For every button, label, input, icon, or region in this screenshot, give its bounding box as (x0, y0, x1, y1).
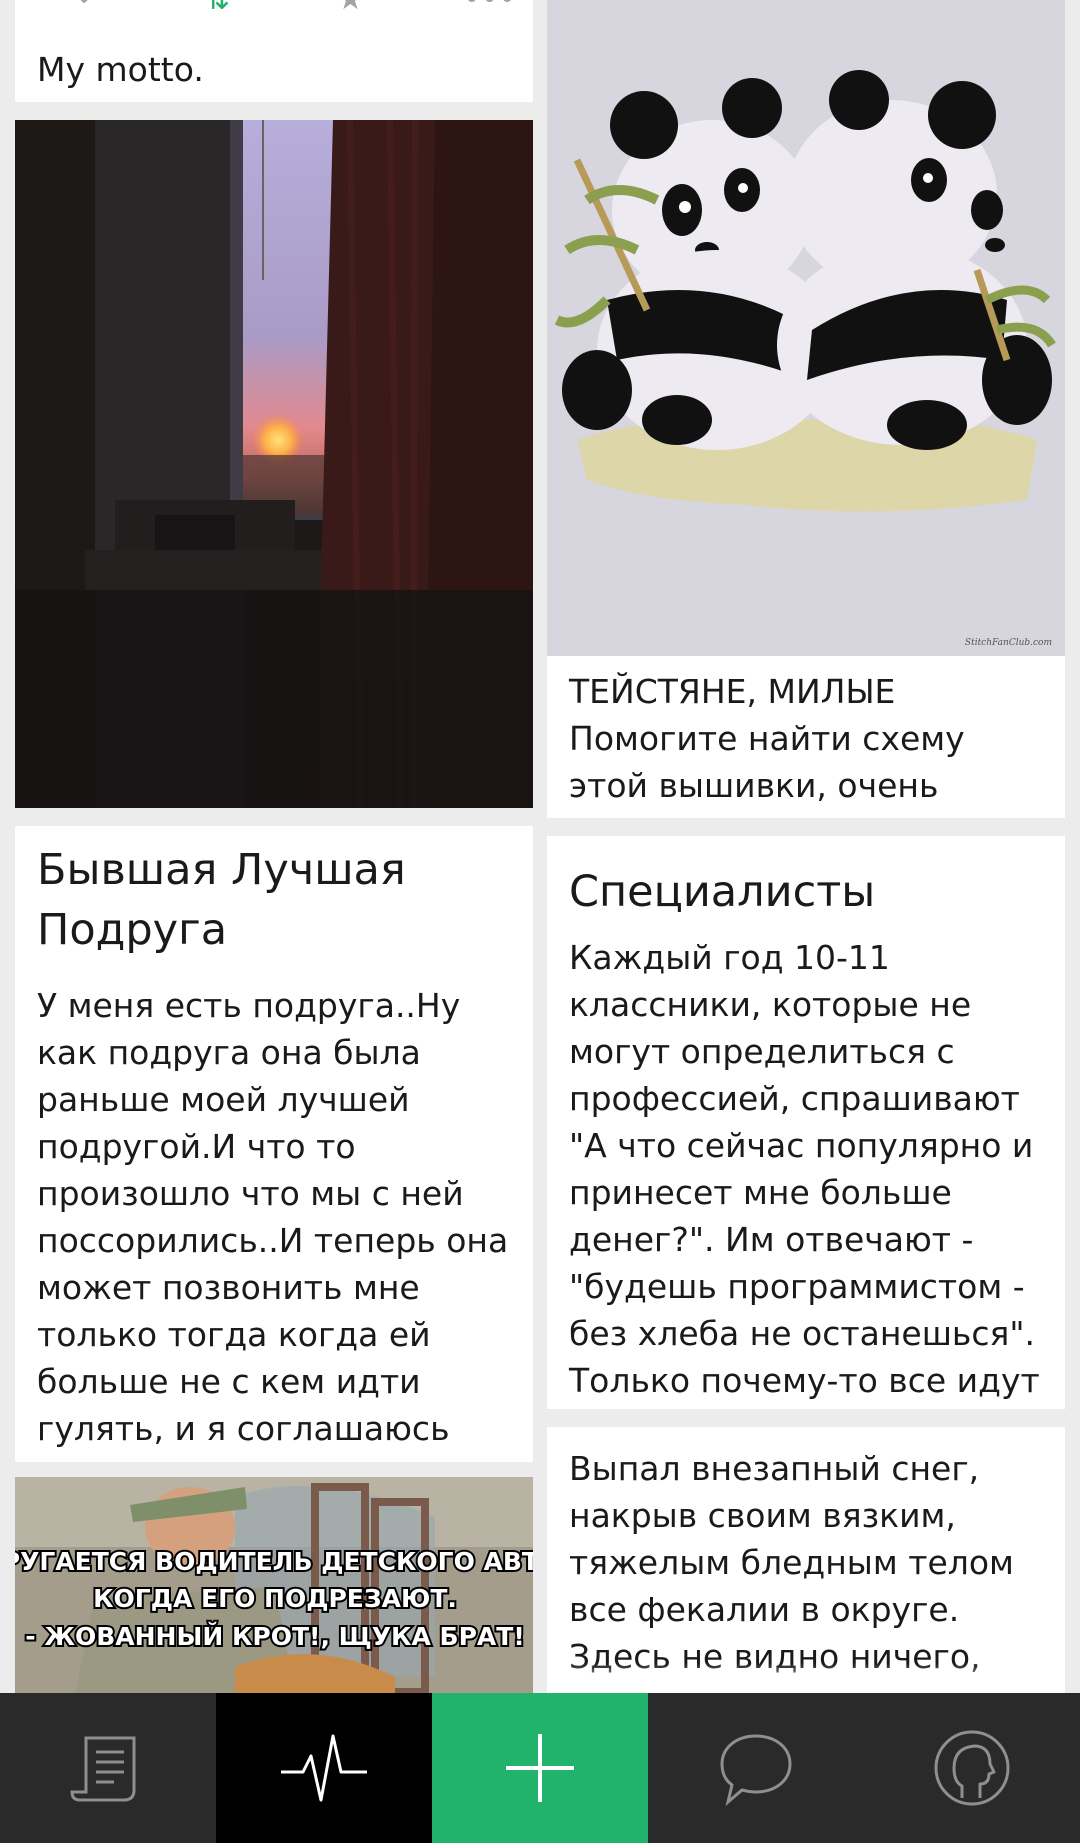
meme-caption-line-2: КОГДА ЕГО ПОДРЕЗАЮТ. (93, 1584, 457, 1613)
meme-caption-line-1: - КАК РУГАЕТСЯ ВОДИТЕЛЬ ДЕТСКОГО АВТОБУС… (15, 1547, 533, 1576)
scroll-icon (70, 1736, 136, 1802)
plus-icon (506, 1734, 574, 1802)
tab-profile[interactable] (864, 1693, 1080, 1843)
more-icon[interactable]: ••• (463, 0, 516, 15)
post-body: У меня есть подруга..Ну как подруга она … (37, 986, 509, 1448)
pulse-icon (281, 1734, 367, 1802)
post-title: Специалисты (569, 867, 876, 917)
post-text: My motto. (37, 50, 204, 89)
tab-new-post[interactable] (432, 1693, 648, 1843)
post-card-former-friend[interactable]: Бывшая Лучшая Подруга У меня есть подруг… (15, 826, 533, 1462)
window-sunset-photo[interactable] (15, 120, 533, 808)
post-title: Бывшая Лучшая Подруга (37, 845, 406, 955)
motto-card[interactable]: ↶ ⇅ ★ ••• My motto. (15, 0, 533, 102)
post-toolbar: ↶ ⇅ ★ ••• (15, 0, 533, 15)
post-text: Выпал внезапный снег, накрыв своим вязки… (569, 1449, 1014, 1693)
tab-feed[interactable] (0, 1693, 216, 1843)
bottom-tab-bar (0, 1693, 1080, 1843)
post-body: Каждый год 10-11 классники, которые не м… (569, 938, 1040, 1409)
photo-watermark: StitchFanClub.com (965, 638, 1052, 648)
post-card-specialists[interactable]: Специалисты Каждый год 10-11 классники, … (547, 836, 1065, 1409)
post-text: ТЕЙСТЯНЕ, МИЛЫЕ Помогите найти схему это… (569, 672, 965, 818)
reply-icon[interactable]: ↶ (77, 0, 102, 15)
panda-embroidery-photo[interactable]: StitchFanClub.com (547, 0, 1065, 656)
post-card-snow[interactable]: Выпал внезапный снег, накрыв своим вязки… (547, 1427, 1065, 1693)
repost-icon[interactable]: ⇅ (205, 0, 230, 15)
chat-bubble-icon (720, 1734, 792, 1806)
post-card-panda-embroidery[interactable]: StitchFanClub.com ТЕЙСТЯНЕ, МИЛЫЕ Помоги… (547, 0, 1065, 818)
meme-caption-line-3: - ЖОВАННЫЙ КРОТ!, ЩУКА БРАТ! (25, 1622, 524, 1651)
tab-messages[interactable] (648, 1693, 864, 1843)
profile-head-icon (934, 1730, 1010, 1806)
star-icon[interactable]: ★ (337, 0, 364, 15)
tab-activity[interactable] (216, 1693, 432, 1843)
meme-bus-driver[interactable]: - КАК РУГАЕТСЯ ВОДИТЕЛЬ ДЕТСКОГО АВТОБУС… (15, 1477, 533, 1693)
